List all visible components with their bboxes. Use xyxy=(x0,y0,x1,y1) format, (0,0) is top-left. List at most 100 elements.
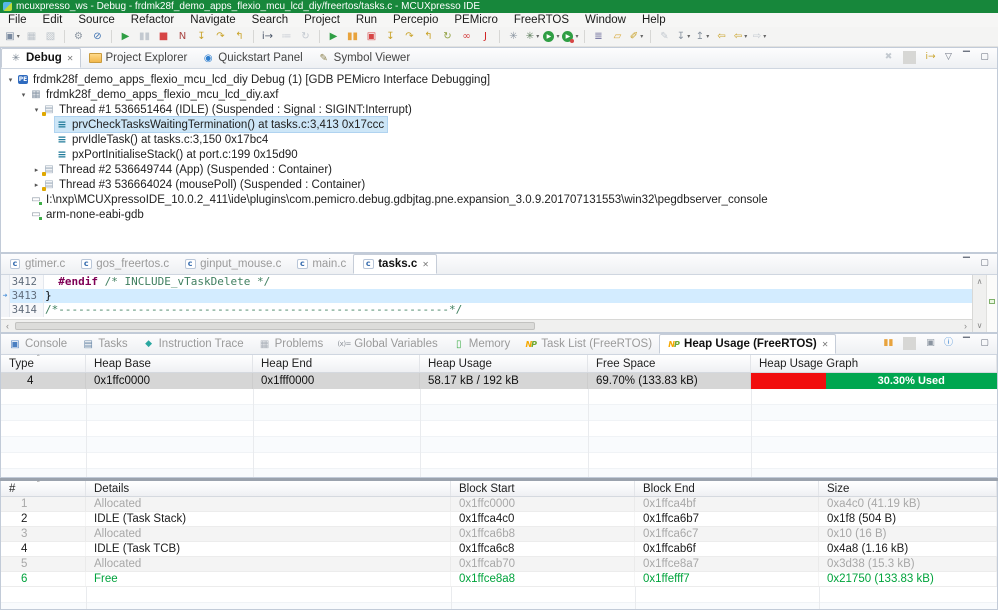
scroll-up-icon[interactable]: ∧ xyxy=(977,277,983,286)
column-header[interactable]: Heap Usage Graph xyxy=(751,355,997,372)
toolbar-button[interactable]: J ▾ xyxy=(477,28,494,45)
view-tab[interactable]: Memory xyxy=(445,334,518,354)
view-toolbar-button[interactable]: ▔ xyxy=(960,257,973,270)
dropdown-arrow-icon[interactable]: ▾ xyxy=(556,33,559,40)
view-tab[interactable]: Quickstart Panel xyxy=(194,48,309,68)
toolbar-button[interactable]: ▶ ▾ xyxy=(562,28,579,45)
toolbar-button[interactable]: ↻ ▾ xyxy=(297,28,314,45)
toolbar-button[interactable]: ∞ ▾ xyxy=(458,28,475,45)
tree-row[interactable]: ▾ Thread #1 536651464 (IDLE) (Suspended … xyxy=(1,102,997,117)
toolbar-button[interactable]: ⇨ ▾ xyxy=(751,28,768,45)
expander-icon[interactable]: ▸ xyxy=(31,181,42,189)
toolbar-button[interactable]: ▮▮ ▾ xyxy=(344,28,361,45)
view-toolbar-button[interactable]: ▔ ▾ xyxy=(960,51,973,64)
tree-row[interactable]: prvIdleTask() at tasks.c:3,150 0x17bc4 xyxy=(1,132,997,147)
view-tab[interactable]: Symbol Viewer xyxy=(310,48,418,68)
view-toolbar-button[interactable]: ▢ ▾ xyxy=(978,51,991,64)
dropdown-arrow-icon[interactable]: ▾ xyxy=(536,33,539,40)
toolbar-button[interactable]: ▦ ▾ xyxy=(23,28,40,45)
block-table-row[interactable]: 5 Allocated 0x1ffcab70 0x1ffce8a7 0x3d38… xyxy=(1,557,997,572)
toolbar-button[interactable]: ⇦ ▾ xyxy=(732,28,749,45)
toolbar-button[interactable]: ↷ ▾ xyxy=(401,28,418,45)
tree-row[interactable]: pxPortInitialiseStack() at port.c:199 0x… xyxy=(1,147,997,162)
scroll-down-icon[interactable]: ∨ xyxy=(977,321,983,330)
scrollbar-thumb[interactable] xyxy=(15,322,535,330)
tree-row[interactable]: arm-none-eabi-gdb xyxy=(1,207,997,222)
menu-item[interactable]: Refactor xyxy=(123,14,182,26)
block-table-row[interactable]: 6 Free 0x1ffce8a8 0x1ffefff7 0x21750 (13… xyxy=(1,572,997,587)
close-icon[interactable]: ✕ xyxy=(67,54,74,63)
expander-icon[interactable]: ▾ xyxy=(18,91,29,99)
expander-icon[interactable]: ▾ xyxy=(5,76,16,84)
column-header[interactable]: Block End xyxy=(635,481,819,496)
menu-item[interactable]: Window xyxy=(577,14,634,26)
dropdown-arrow-icon[interactable]: ▾ xyxy=(575,33,578,40)
toolbar-button[interactable]: N ▾ xyxy=(174,28,191,45)
view-toolbar-button[interactable]: i→ ▾ xyxy=(924,51,937,64)
view-toolbar-button[interactable]: ▣ xyxy=(924,337,937,350)
view-toolbar-button[interactable]: ✖ ▾ xyxy=(882,51,895,64)
menu-item[interactable]: Help xyxy=(634,14,674,26)
block-table-row[interactable]: 1 Allocated 0x1ffc0000 0x1ffca4bf 0xa4c0… xyxy=(1,497,997,512)
toolbar-button[interactable]: ▧ ▾ xyxy=(42,28,59,45)
toolbar-button[interactable]: ↧ ▾ xyxy=(193,28,210,45)
toolbar-button[interactable]: ▮▮ ▾ xyxy=(136,28,153,45)
view-toolbar-button[interactable]: ▢ xyxy=(978,337,991,350)
editor-tab[interactable]: gtimer.c xyxy=(1,254,72,274)
block-table-row[interactable]: 3 Allocated 0x1ffca6b8 0x1ffca6c7 0x10 (… xyxy=(1,527,997,542)
toolbar-button[interactable]: ↻ ▾ xyxy=(439,28,456,45)
toolbar-button[interactable]: ↰ ▾ xyxy=(420,28,437,45)
menu-item[interactable]: Run xyxy=(348,14,385,26)
toolbar-button[interactable]: ▣ ▾ xyxy=(4,28,21,45)
toolbar-button[interactable]: ↷ ▾ xyxy=(212,28,229,45)
column-header[interactable]: Type xyxy=(1,355,86,372)
menu-item[interactable]: Edit xyxy=(35,14,71,26)
toolbar-button[interactable]: ↧ ▾ xyxy=(675,28,692,45)
dropdown-arrow-icon[interactable]: ▾ xyxy=(706,33,709,40)
view-tab[interactable]: Debug ✕ xyxy=(1,48,82,68)
toolbar-button[interactable]: ▱ ▾ xyxy=(609,28,626,45)
toolbar-button[interactable]: ↰ ▾ xyxy=(231,28,248,45)
expander-icon[interactable]: ▾ xyxy=(31,106,42,114)
column-header[interactable]: Heap Base xyxy=(86,355,253,372)
editor-tab[interactable]: tasks.c ✕ xyxy=(353,254,437,274)
block-table-row[interactable]: 4 IDLE (Task TCB) 0x1ffca6c8 0x1ffcab6f … xyxy=(1,542,997,557)
tree-row[interactable]: ▾ frdmk28f_demo_apps_flexio_mcu_lcd_diy.… xyxy=(1,87,997,102)
view-tab[interactable]: Task List (FreeRTOS) xyxy=(517,334,659,354)
tree-row[interactable]: ▸ Thread #3 536664024 (mousePoll) (Suspe… xyxy=(1,177,997,192)
view-toolbar-button[interactable]: ⓘ xyxy=(942,337,955,350)
heap-table-row[interactable]: 4 0x1ffc0000 0x1fff0000 58.17 kB / 192 k… xyxy=(1,373,997,390)
toolbar-button[interactable]: ▶ ▾ xyxy=(543,28,560,45)
toolbar-button[interactable]: ⚙ ▾ xyxy=(70,28,87,45)
expander-icon[interactable]: ▸ xyxy=(31,166,42,174)
toolbar-button[interactable]: ⇦ ▾ xyxy=(713,28,730,45)
toolbar-button[interactable]: ✎ ▾ xyxy=(656,28,673,45)
column-header[interactable]: # xyxy=(1,481,86,496)
dropdown-arrow-icon[interactable]: ▾ xyxy=(687,33,690,40)
view-tab[interactable]: Console xyxy=(1,334,74,354)
scroll-right-icon[interactable]: › xyxy=(959,320,972,332)
dropdown-arrow-icon[interactable]: ▾ xyxy=(640,33,643,40)
toolbar-button[interactable]: i→ ▾ xyxy=(259,28,276,45)
tree-row[interactable]: ▸ Thread #2 536649744 (App) (Suspended :… xyxy=(1,162,997,177)
dropdown-arrow-icon[interactable]: ▾ xyxy=(744,33,747,40)
tree-row[interactable]: ▾ frdmk28f_demo_apps_flexio_mcu_lcd_diy … xyxy=(1,72,997,87)
dropdown-arrow-icon[interactable]: ▾ xyxy=(17,33,20,40)
block-table-row[interactable]: 2 IDLE (Task Stack) 0x1ffca4c0 0x1ffca6b… xyxy=(1,512,997,527)
view-toolbar-button[interactable]: ▔ xyxy=(960,337,973,350)
column-header[interactable]: Free Space xyxy=(588,355,751,372)
horizontal-scrollbar[interactable]: ‹ › xyxy=(1,319,972,332)
occurrence-marker[interactable] xyxy=(989,299,995,304)
view-tab[interactable]: Problems xyxy=(251,334,331,354)
view-tab[interactable]: Project Explorer xyxy=(81,48,194,68)
editor-tab[interactable]: main.c xyxy=(288,254,353,274)
tree-row[interactable]: I:\nxp\MCUXpressoIDE_10.0.2_411\ide\plug… xyxy=(1,192,997,207)
scroll-left-icon[interactable]: ‹ xyxy=(1,320,14,332)
close-icon[interactable]: ✕ xyxy=(422,260,429,269)
editor-tab[interactable]: ginput_mouse.c xyxy=(176,254,288,274)
toolbar-button[interactable]: ▶ ▾ xyxy=(117,28,134,45)
toolbar-button[interactable]: ✳ ▾ xyxy=(505,28,522,45)
dropdown-arrow-icon[interactable]: ▾ xyxy=(763,33,766,40)
toolbar-button[interactable]: ▣ ▾ xyxy=(363,28,380,45)
menu-item[interactable]: FreeRTOS xyxy=(506,14,577,26)
